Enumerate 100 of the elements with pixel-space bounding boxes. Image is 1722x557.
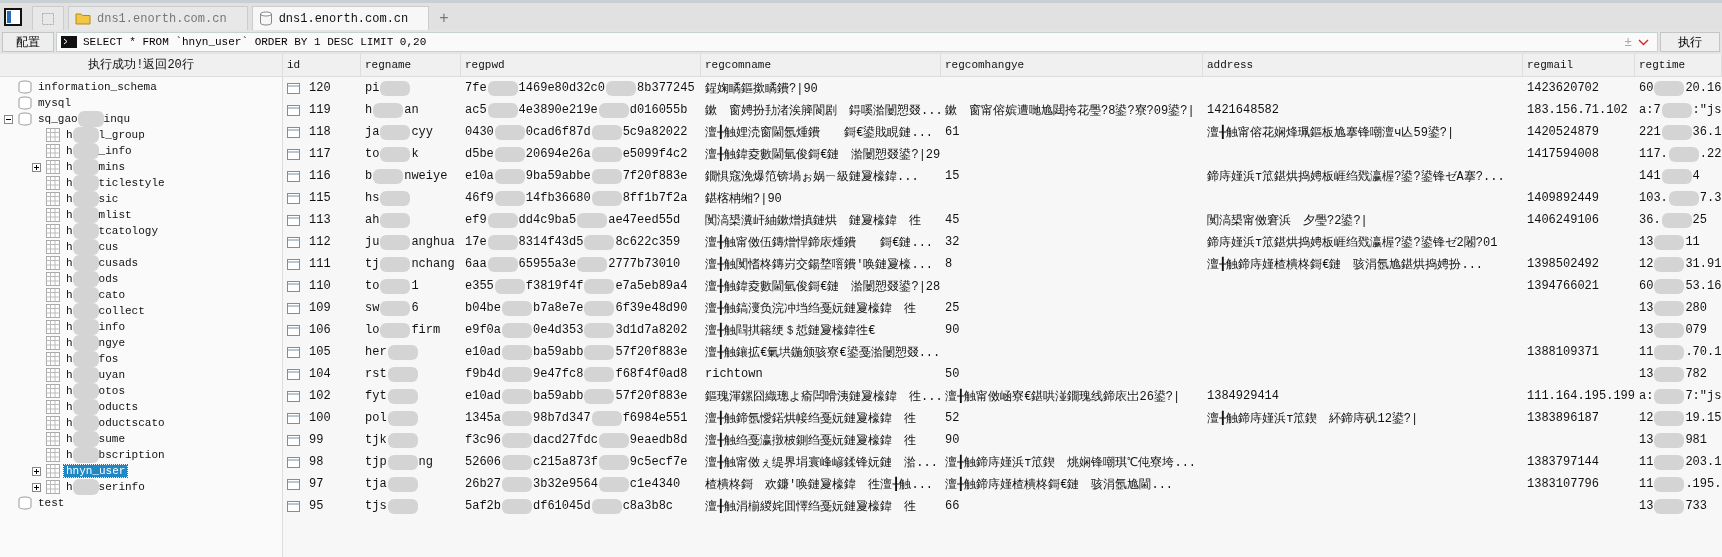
tree-item[interactable]: h ods [64, 271, 121, 287]
collapse-icon[interactable] [4, 114, 13, 124]
tree-item[interactable]: h fos [64, 351, 121, 367]
cell-text: 鏉 窗甯傛嫔遭哋尯閮挎花璺?8鍙?寮?09鍙?| [945, 102, 1195, 119]
tree-item[interactable]: sq_gao inqu [36, 111, 132, 127]
cell-text: 98 [309, 455, 324, 469]
tree-item[interactable]: h l_group [64, 127, 147, 143]
cell-text: sw [365, 301, 380, 315]
table-icon [46, 176, 60, 190]
column-header[interactable]: regcomhangye [941, 54, 1203, 76]
config-button[interactable]: 配置 [2, 32, 54, 52]
tree-item[interactable]: h uyan [64, 367, 127, 383]
cell-text: 104 [309, 367, 331, 381]
tree-item[interactable]: h collect [64, 303, 147, 319]
table-icon [46, 416, 60, 430]
cell-text: 32 [945, 235, 960, 249]
cell-text: 9c5ecf7e [629, 455, 688, 469]
tree-item[interactable]: h cusads [64, 255, 141, 271]
column-header[interactable]: id [283, 54, 361, 76]
tree-item[interactable]: h cus [64, 239, 121, 255]
blur-mark [502, 454, 532, 470]
cell-text: 31.91 [1685, 257, 1722, 271]
cell-text: 0430 [465, 125, 494, 139]
cell-text: 澶╂触鍗庤嫤浜т笟鍥 紑鍗庤矾12鍙?| [1207, 409, 1419, 427]
tree-item[interactable]: mysql [36, 97, 73, 109]
row-icon [287, 346, 300, 358]
blur-mark [1668, 146, 1699, 162]
blur-mark [387, 388, 418, 404]
query-field[interactable]: SELECT * FROM `hnyn_user` ORDER BY 1 DESC LIMIT 0,20 ± [56, 32, 1658, 52]
execute-button[interactable]: 执行 [1660, 32, 1720, 52]
connection-tab[interactable]: dns1.enorth.com.cn [251, 6, 430, 30]
tree-item[interactable]: h tcatology [64, 223, 161, 239]
blur-mark [387, 476, 418, 492]
cell-text: 60 [1639, 81, 1654, 95]
cell-text: 8ff1b7f2a [622, 191, 688, 205]
table-icon [46, 352, 60, 366]
cell-text: h [365, 103, 373, 117]
tree-item[interactable]: h otos [64, 383, 127, 399]
cell-text: her [365, 345, 387, 359]
column-header[interactable]: regpwd [461, 54, 701, 76]
cell-text: tjp [365, 455, 387, 469]
blur-mark [494, 124, 525, 140]
blur-mark [1654, 454, 1685, 470]
tree-item[interactable]: h bscription [64, 447, 167, 463]
connection-tab[interactable]: dns1.enorth.com.cn [68, 6, 248, 30]
row-icon [287, 104, 300, 116]
cell-text: 113 [309, 213, 331, 227]
cell-text: cyy [411, 125, 433, 139]
column-header[interactable]: regmail [1523, 54, 1635, 76]
cell-text: 95 [309, 499, 324, 513]
tree-item[interactable]: h _info [64, 143, 134, 159]
blur-mark [584, 388, 615, 404]
sidebar-toggle-icon[interactable] [4, 7, 22, 26]
cell-text: 99 [309, 433, 324, 447]
tree-item[interactable]: h info [64, 319, 127, 335]
row-icon [287, 258, 300, 270]
expand-icon[interactable] [32, 482, 41, 492]
cell-text: 1420524879 [1527, 125, 1599, 139]
cell-text: 澶╂触鍏夌數閫氫俊鎶€鏈 湁闄愬叕鍙?|29 [705, 145, 941, 163]
tree-item[interactable]: h mins [64, 159, 127, 175]
tree-item[interactable]: h sic [64, 191, 121, 207]
cell-text: 36.1 [1692, 125, 1722, 139]
cell-text: pi [365, 81, 380, 95]
blur-mark [494, 168, 525, 184]
table-icon [46, 240, 60, 254]
column-header[interactable]: regtime [1635, 54, 1722, 76]
chevron-down-icon[interactable] [1638, 38, 1649, 46]
blur-mark [502, 366, 532, 382]
cell-text: ja [365, 125, 380, 139]
tree-item[interactable]: test [36, 497, 67, 509]
cell-text: tj [365, 257, 380, 271]
tree-item[interactable]: h mlist [64, 207, 134, 223]
blur-mark [598, 454, 629, 470]
expand-icon[interactable] [32, 162, 41, 172]
table-icon [46, 400, 60, 414]
tree-item[interactable]: h sume [64, 431, 127, 447]
cell-text: e7a5eb89a4 [615, 279, 688, 293]
tree-item[interactable]: h ngye [64, 335, 127, 351]
cell-text: 13 [1639, 367, 1654, 381]
cell-text: nchang [411, 257, 455, 271]
tree-item[interactable]: information_schema [36, 81, 159, 93]
expand-icon[interactable] [32, 466, 41, 476]
blur-mark [591, 498, 622, 514]
cell-text: 11 [1639, 345, 1654, 359]
tree-item[interactable]: hnyn_user [64, 465, 128, 477]
tree-item[interactable]: h cato [64, 287, 127, 303]
column-header[interactable]: address [1203, 54, 1523, 76]
cell-text: f3819f4f [525, 279, 584, 293]
cell-text: tjs [365, 499, 387, 513]
tree-item[interactable]: h oducts [64, 399, 141, 415]
blur-mark [502, 322, 532, 338]
tree-item[interactable]: h serinfo [64, 479, 147, 495]
tree-item[interactable]: h oductscato [64, 415, 167, 431]
cell-text: e10a [465, 169, 494, 183]
column-header[interactable]: regcomname [701, 54, 941, 76]
cell-text: 闃滈槼瀵屽紬鏉熷搷鏈烘 鏈夐檺鍏 徃 [705, 212, 921, 229]
tree-item[interactable]: h ticlestyle [64, 175, 167, 191]
row-icon [287, 148, 300, 160]
cell-text: 澶╂触涓椾緵姹囬懌绉戞妧鏈夐檺鍏 徃 [705, 497, 917, 515]
column-header[interactable]: regname [361, 54, 461, 76]
